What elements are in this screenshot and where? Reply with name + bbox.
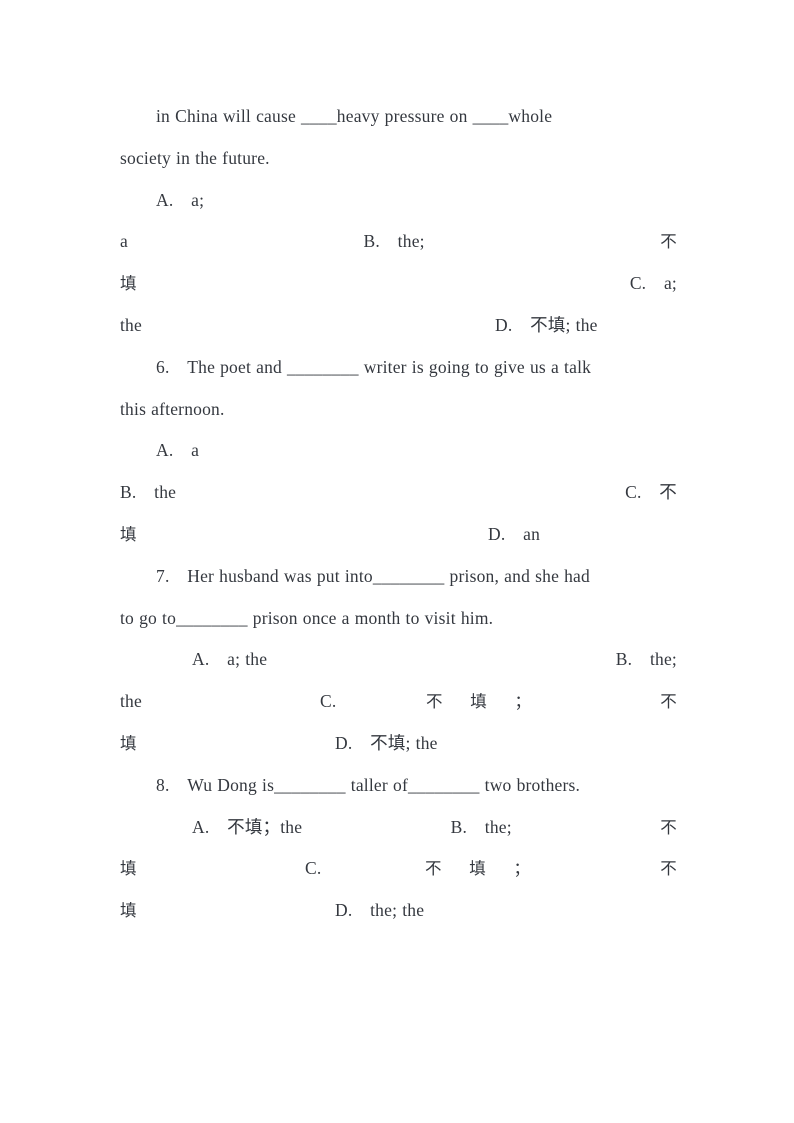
option-d-q7[interactable]: D. 不填; the: [335, 723, 438, 765]
question-6-options-row-3: 填 D. an: [120, 514, 677, 556]
option-a-q8[interactable]: A. 不填；the: [120, 807, 302, 849]
question-7-options-row-2: the C. 不 填 ； 不: [120, 681, 677, 723]
option-d-q5[interactable]: D. 不填; the: [495, 305, 598, 347]
option-c-q6-cjk-wrap[interactable]: 填: [120, 514, 488, 556]
question-6-stem: 6. The poet and ________ writer is going…: [120, 347, 677, 389]
option-c-q8-letter[interactable]: C.: [305, 848, 425, 890]
option-c-q7-letter[interactable]: C.: [320, 681, 426, 723]
document-page: in China will cause ____heavy pressure o…: [0, 0, 794, 1123]
option-c-q6[interactable]: C. 不: [625, 472, 677, 514]
question-8-options-row-1: A. 不填；the B. the; 不: [120, 807, 677, 849]
question-6-stem-line-1: 6. The poet and ________ writer is going…: [156, 356, 592, 377]
option-b-q7[interactable]: B. the;: [580, 639, 677, 681]
question-5-options-row-4: the D. 不填; the: [120, 305, 677, 347]
option-b-q8-cjk-part[interactable]: 不: [624, 807, 677, 849]
question-7-stem-line-2: to go to________ prison once a month to …: [120, 607, 494, 628]
question-block-5-continuation: in China will cause ____heavy pressure o…: [120, 96, 677, 347]
question-6-stem-line-2: this afternoon.: [120, 398, 225, 419]
question-8-options-row-2: 填 C. 不 填 ； 不: [120, 848, 677, 890]
question-5-stem-line-2-wrap: society in the future.: [120, 138, 677, 180]
option-c-q5-value-wrap[interactable]: the: [120, 305, 495, 347]
option-a-q7[interactable]: A. a; the: [120, 639, 267, 681]
question-6-options-row-2: B. the C. 不: [120, 472, 677, 514]
question-5-options-row-2: a B. the; 不: [120, 221, 677, 263]
question-block-6: 6. The poet and ________ writer is going…: [120, 347, 677, 556]
option-c-q8-cjk-part[interactable]: 不 填 ；: [425, 848, 660, 890]
question-6-options-row-1: A. a: [120, 430, 677, 472]
document-body: in China will cause ____heavy pressure o…: [120, 96, 677, 932]
option-b-q5-cjk-wrap[interactable]: 填: [120, 263, 137, 305]
option-c-q7-cjk-wrap[interactable]: 填: [120, 723, 335, 765]
option-a-q5-value-wrap[interactable]: a: [120, 221, 128, 263]
question-6-stem-line-2-wrap: this afternoon.: [120, 389, 677, 431]
question-5-stem-line-2: society in the future.: [120, 147, 270, 168]
option-c-q8-cjk-tail[interactable]: 不: [660, 848, 677, 890]
question-5-stem-line-1: in China will cause ____heavy pressure o…: [156, 106, 553, 126]
option-b-q7-value-wrap[interactable]: the: [120, 681, 320, 723]
question-8-stem-line-1: 8. Wu Dong is________ taller of________ …: [156, 774, 581, 795]
question-block-8: 8. Wu Dong is________ taller of________ …: [120, 765, 677, 932]
option-b-q8-cjk-wrap[interactable]: 填: [120, 848, 305, 890]
option-b-q5[interactable]: B. the;: [364, 221, 425, 263]
option-b-q6[interactable]: B. the: [120, 472, 176, 514]
question-7-stem-line-1: 7. Her husband was put into________ pris…: [156, 565, 590, 586]
question-8-options-row-3: 填 D. the; the: [120, 890, 677, 932]
option-d-q8[interactable]: D. the; the: [335, 890, 424, 932]
question-5-options-row-3: 填 C. a;: [120, 263, 677, 305]
option-b-q8[interactable]: B. the;: [415, 807, 512, 849]
question-block-7: 7. Her husband was put into________ pris…: [120, 556, 677, 765]
question-7-options-row-3: 填 D. 不填; the: [120, 723, 677, 765]
option-b-q5-cjk-part[interactable]: 不: [660, 221, 677, 263]
option-a-q6[interactable]: A. a: [156, 440, 199, 460]
option-c-q5[interactable]: C. a;: [630, 263, 677, 305]
option-c-q7-cjk-part[interactable]: 不 填 ；: [426, 681, 660, 723]
option-c-q7-cjk-tail[interactable]: 不: [660, 681, 677, 723]
question-7-stem-line-2-wrap: to go to________ prison once a month to …: [120, 598, 677, 640]
option-a-q5[interactable]: A. a;: [156, 190, 204, 210]
question-5-options-row-1: A. a;: [120, 180, 677, 222]
question-7-stem: 7. Her husband was put into________ pris…: [120, 556, 677, 598]
question-7-options-row-1: A. a; the B. the;: [120, 639, 677, 681]
option-d-q6[interactable]: D. an: [488, 514, 540, 556]
question-8-stem: 8. Wu Dong is________ taller of________ …: [120, 765, 677, 807]
option-c-q8-cjk-wrap[interactable]: 填: [120, 890, 335, 932]
question-5-stem: in China will cause ____heavy pressure o…: [120, 96, 677, 138]
